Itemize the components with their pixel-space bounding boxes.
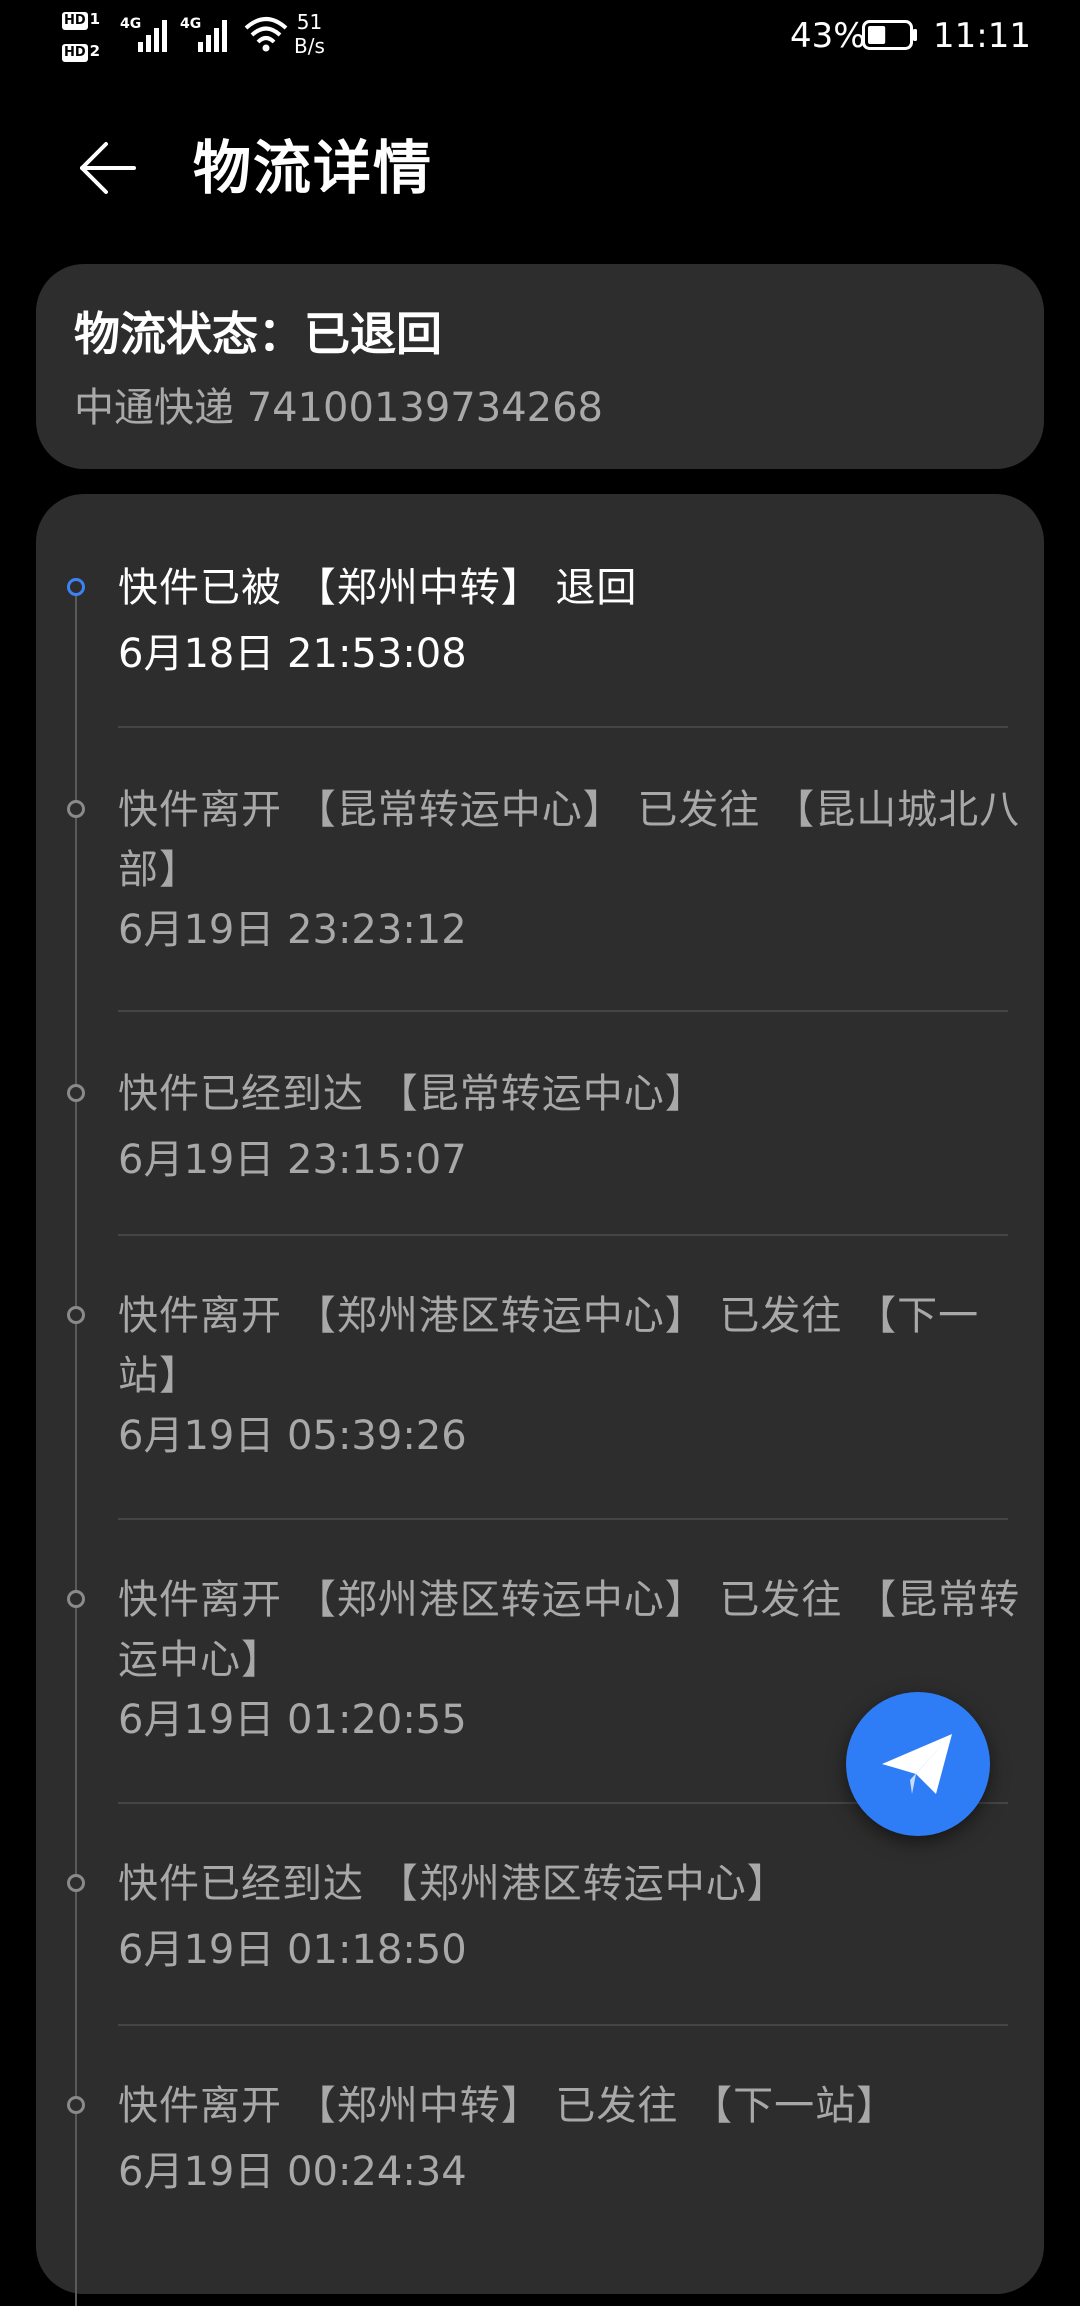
hd-label: HD: [62, 44, 88, 62]
arrow-left-icon: [80, 142, 136, 194]
tracking-timeline: 快件已被 【郑州中转】 退回 6月18日 21:53:08 快件离开 【昆常转运…: [36, 494, 1044, 2306]
timeline-line: [75, 586, 77, 2306]
signal-icon-sim2: 4G: [180, 14, 236, 54]
divider: [118, 726, 1008, 728]
timeline-dot: [67, 2096, 85, 2114]
event-description: 快件离开 【郑州中转】 已发往 【下一站】: [118, 2083, 898, 2129]
event-time: 6月19日 23:15:07: [118, 1137, 467, 1183]
battery-icon: [862, 20, 917, 50]
event-time: 6月19日 00:24:34: [118, 2149, 467, 2195]
send-fab-button[interactable]: [846, 1692, 990, 1836]
divider: [118, 1234, 1008, 1236]
clock: 11:11: [933, 16, 1031, 56]
timeline-dot: [67, 800, 85, 818]
divider: [118, 1518, 1008, 1520]
divider: [118, 2024, 1008, 2026]
signal-bars-icon: [198, 20, 227, 52]
app-header: 物流详情: [0, 90, 1080, 230]
carrier-tracking-number[interactable]: 中通快递 74100139734268: [74, 382, 603, 434]
divider: [118, 1010, 1008, 1012]
logistics-status-card: 物流状态：已退回 中通快递 74100139734268: [36, 264, 1044, 469]
timeline-dot-active: [67, 578, 85, 596]
event-description: 快件离开 【昆常转运中心】 已发往 【昆山城北八部】: [118, 787, 1021, 893]
timeline-dot: [67, 1590, 85, 1608]
event-description: 快件已经到达 【昆常转运中心】: [118, 1071, 706, 1117]
network-speed-unit: B/s: [294, 34, 325, 58]
back-button[interactable]: [60, 124, 150, 214]
timeline-dot: [67, 1306, 85, 1324]
hd-sim-number: 1: [89, 10, 101, 28]
network-speed-value: 51: [296, 10, 323, 34]
event-time: 6月18日 21:53:08: [118, 631, 467, 677]
event-time: 6月19日 23:23:12: [118, 907, 467, 953]
hd-indicator-2: HD 2: [62, 40, 112, 62]
event-time: 6月19日 01:18:50: [118, 1927, 467, 1973]
paper-plane-icon: [882, 1734, 952, 1794]
hd-sim-number: 2: [89, 42, 101, 60]
timeline-dot: [67, 1874, 85, 1892]
status-bar: HD 1 HD 2 4G 4G 51 B/s 43% 11:11: [0, 0, 1080, 76]
battery-percent: 43%: [790, 16, 866, 56]
wifi-icon: [244, 17, 288, 52]
signal-icon-sim1: 4G: [120, 14, 176, 54]
network-speed: 51 B/s: [294, 10, 325, 58]
event-description: 快件已被 【郑州中转】 退回: [118, 565, 638, 611]
hd-indicator-1: HD 1: [62, 8, 112, 30]
logistics-status: 物流状态：已退回: [74, 307, 442, 361]
timeline-dot: [67, 1084, 85, 1102]
signal-bars-icon: [138, 20, 167, 52]
event-time: 6月19日 01:20:55: [118, 1697, 467, 1743]
event-description: 快件已经到达 【郑州港区转运中心】: [118, 1861, 788, 1907]
page-title: 物流详情: [193, 134, 434, 202]
hd-label: HD: [62, 12, 88, 30]
event-description: 快件离开 【郑州港区转运中心】 已发往 【下一站】: [118, 1293, 980, 1399]
event-description: 快件离开 【郑州港区转运中心】 已发往 【昆常转运中心】: [118, 1577, 1021, 1683]
event-time: 6月19日 05:39:26: [118, 1413, 467, 1459]
